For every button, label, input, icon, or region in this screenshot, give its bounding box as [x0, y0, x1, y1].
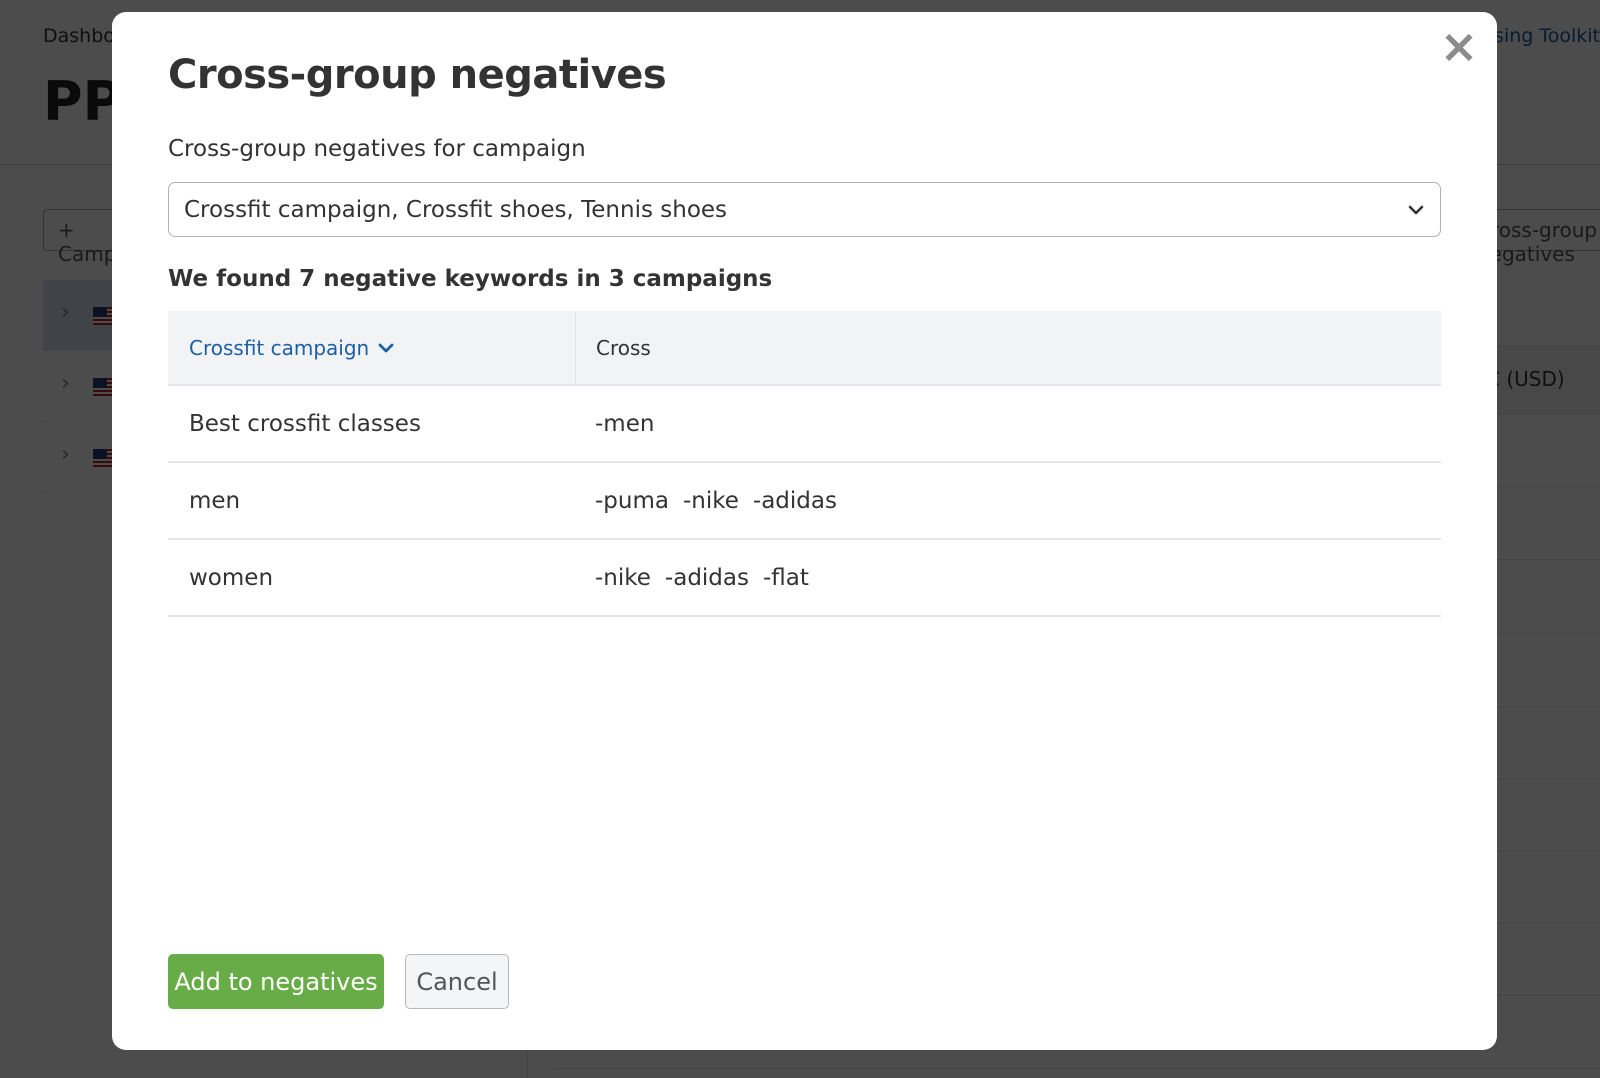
table-row: men -puma -nike -adidas — [168, 463, 1441, 540]
dialog-title: Cross-group negatives — [168, 52, 667, 98]
table-row: women -nike -adidas -flat — [168, 540, 1441, 617]
cross-group-negatives-dialog: × Cross-group negatives Cross-group nega… — [112, 12, 1497, 1050]
column-header-cross: Cross — [596, 335, 651, 360]
ad-group-cell: Best crossfit classes — [189, 410, 421, 437]
negative-keyword: -adidas — [752, 487, 837, 514]
campaign-select-label: Cross-group negatives for campaign — [168, 136, 586, 162]
column-header-label: Crossfit campaign — [189, 335, 370, 360]
close-icon[interactable]: × — [1439, 23, 1479, 69]
results-summary: We found 7 negative keywords in 3 campai… — [168, 266, 773, 292]
negative-keyword: -flat — [762, 564, 809, 591]
negatives-table: Crossfit campaign Cross Best crossfit cl… — [168, 311, 1441, 617]
negatives-cell: -men — [576, 386, 668, 461]
negative-keyword: -nike — [682, 487, 739, 514]
ad-group-cell: men — [189, 487, 241, 514]
column-header-campaign-selector[interactable]: Crossfit campaign — [168, 311, 576, 384]
chevron-down-icon — [378, 343, 394, 352]
cancel-button[interactable]: Cancel — [405, 954, 509, 1009]
chevron-down-icon — [1408, 205, 1424, 214]
negative-keyword: -adidas — [664, 564, 749, 591]
negative-keyword: -puma — [595, 487, 669, 514]
ad-group-cell: women — [189, 564, 274, 591]
add-to-negatives-button[interactable]: Add to negatives — [168, 954, 384, 1009]
campaign-select-value: Crossfit campaign, Crossfit shoes, Tenni… — [184, 196, 728, 223]
table-row: Best crossfit classes -men — [168, 386, 1441, 463]
table-header: Crossfit campaign Cross — [168, 311, 1441, 386]
negatives-cell: -puma -nike -adidas — [576, 463, 851, 538]
campaign-select[interactable]: Crossfit campaign, Crossfit shoes, Tenni… — [168, 182, 1441, 237]
negative-keyword: -men — [595, 410, 655, 437]
negative-keyword: -nike — [595, 564, 651, 591]
negatives-cell: -nike -adidas -flat — [576, 540, 823, 615]
